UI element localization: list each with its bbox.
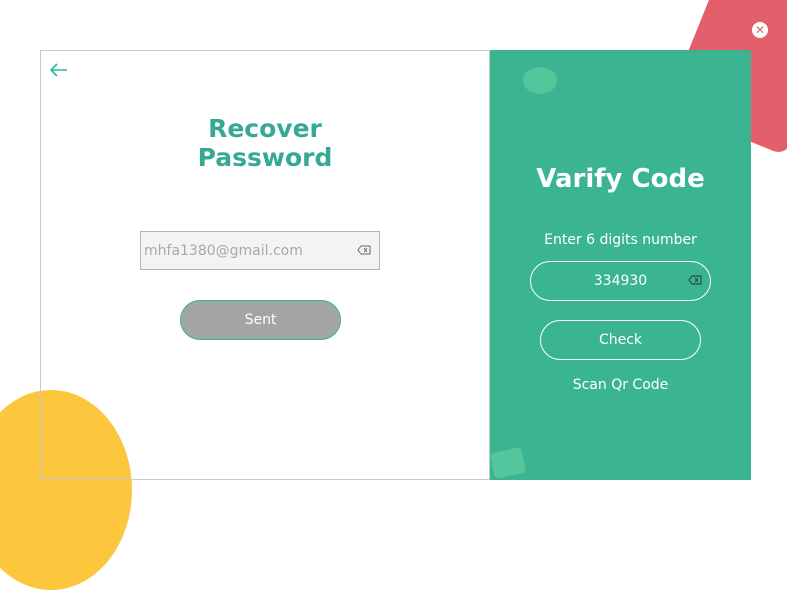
code-value[interactable]: 334930 [594,273,647,289]
verify-code-panel: Varify Code Enter 6 digits number 334930… [490,50,751,480]
code-input[interactable]: 334930 [530,261,711,301]
check-button[interactable]: Check [540,320,701,360]
recover-password-title: Recover Password [197,114,333,172]
email-value[interactable]: mhfa1380@gmail.com [141,243,356,259]
back-arrow-icon[interactable] [49,58,72,80]
close-icon[interactable]: ✕ [752,22,768,38]
verify-instruction: Enter 6 digits number [544,232,697,248]
email-field[interactable]: mhfa1380@gmail.com [140,231,380,270]
decorative-blob [523,67,557,94]
scan-qr-code-link[interactable]: Scan Qr Code [490,377,751,393]
decorative-blob [490,446,527,480]
backspace-icon[interactable] [688,275,702,287]
backspace-icon[interactable] [356,245,372,257]
verify-code-title: Varify Code [536,164,705,194]
sent-button[interactable]: Sent [180,300,341,340]
